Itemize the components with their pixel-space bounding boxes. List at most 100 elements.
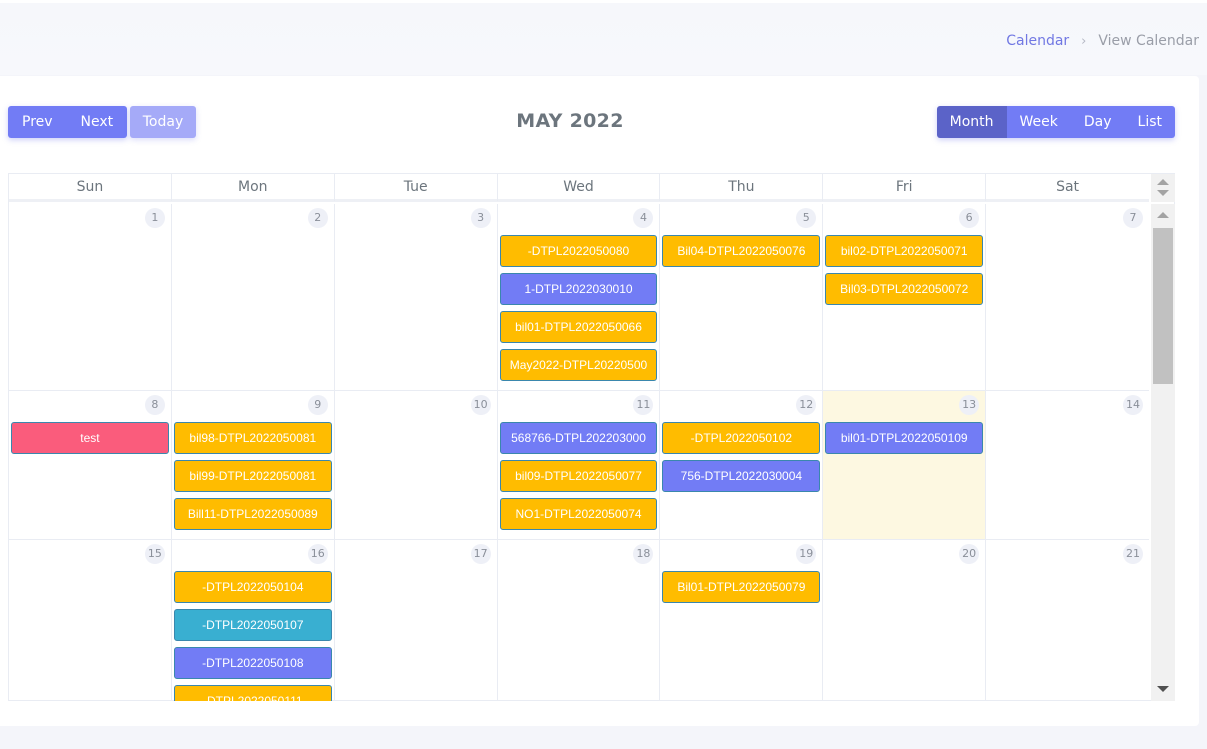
- day-number[interactable]: 8: [144, 395, 165, 415]
- day-number[interactable]: 19: [796, 544, 817, 564]
- calendar-event[interactable]: -DTPL2022050108: [173, 647, 332, 679]
- day-events: bil01-DTPL2022050109: [825, 422, 984, 460]
- calendar-event[interactable]: -DTPL2022050111: [173, 685, 332, 701]
- weekday-header: Sun Mon Tue Wed Thu Fri Sat: [9, 174, 1149, 202]
- weekday-wed: Wed: [498, 174, 661, 201]
- scroll-up-icon[interactable]: [1157, 179, 1169, 185]
- calendar-event[interactable]: 756-DTPL2022030004: [662, 460, 821, 492]
- chevron-right-icon: ›: [1081, 33, 1087, 49]
- day-cell[interactable]: 2: [172, 204, 335, 390]
- day-number[interactable]: 10: [470, 395, 491, 415]
- week-row: 8 test 9 bil98-DTPL2022050081 bil99-DTPL2022…: [9, 391, 1149, 540]
- day-cell[interactable]: 9 bil98-DTPL2022050081 bil99-DTPL202205008…: [172, 391, 335, 539]
- day-number[interactable]: 14: [1123, 395, 1144, 415]
- day-cell[interactable]: 11 568766-DTPL202203000 bil09-DTPL20220500…: [498, 391, 661, 539]
- day-number[interactable]: 1: [144, 208, 165, 228]
- calendar-event[interactable]: bil01-DTPL2022050109: [825, 422, 984, 454]
- weekday-sat: Sat: [1056, 179, 1080, 195]
- calendar-event[interactable]: bil02-DTPL2022050071: [825, 235, 984, 267]
- day-cell[interactable]: 13 bil01-DTPL2022050109: [823, 391, 987, 539]
- day-cell[interactable]: 17: [335, 540, 498, 701]
- day-cell[interactable]: 1: [9, 204, 172, 390]
- calendar-event[interactable]: May2022-DTPL20220500: [499, 349, 658, 381]
- view-day-button[interactable]: Day: [1070, 106, 1125, 138]
- view-week-button[interactable]: Week: [1006, 106, 1071, 138]
- day-number[interactable]: 7: [1123, 208, 1144, 228]
- day-number[interactable]: 2: [307, 208, 328, 228]
- scroll-up-arrow-icon[interactable]: [1157, 212, 1169, 218]
- day-cell[interactable]: 16 -DTPL2022050104 -DTPL2022050107 -DTPL202…: [172, 540, 335, 701]
- day-events: Bil01-DTPL2022050079: [662, 571, 821, 609]
- weekday-fri: Fri: [823, 174, 987, 201]
- day-number[interactable]: 16: [307, 544, 328, 564]
- breadcrumb: Calendar › View Calendar: [1006, 33, 1199, 49]
- calendar-event[interactable]: bil09-DTPL2022050077: [499, 460, 658, 492]
- day-number[interactable]: 9: [307, 395, 328, 415]
- day-cell[interactable]: 21: [986, 540, 1149, 701]
- page-header: Calendar › View Calendar: [0, 3, 1207, 75]
- calendar-event[interactable]: Bil01-DTPL2022050079: [662, 571, 821, 603]
- calendar-event[interactable]: -DTPL2022050104: [173, 571, 332, 603]
- calendar-card: Prev Next Today MAY 2022 Month Week Day …: [0, 76, 1199, 726]
- day-number[interactable]: 5: [796, 208, 817, 228]
- breadcrumb-current: View Calendar: [1098, 33, 1199, 49]
- calendar-event[interactable]: Bil04-DTPL2022050076: [662, 235, 821, 267]
- day-number[interactable]: 13: [959, 395, 980, 415]
- day-cell[interactable]: 5 Bil04-DTPL2022050076: [660, 204, 824, 390]
- day-cell[interactable]: 20: [823, 540, 987, 701]
- day-cell[interactable]: 4 -DTPL2022050080 1-DTPL2022030010 bil01-DT…: [498, 204, 661, 390]
- day-number[interactable]: 6: [959, 208, 980, 228]
- day-number[interactable]: 15: [144, 544, 165, 564]
- day-events: test: [11, 422, 169, 460]
- weekday-thu: Thu: [660, 174, 824, 201]
- scroll-down-arrow-icon[interactable]: [1157, 686, 1169, 692]
- calendar-event[interactable]: -DTPL2022050107: [173, 609, 332, 641]
- calendar-event[interactable]: Bil03-DTPL2022050072: [825, 273, 984, 305]
- week-row: 15 16 -DTPL2022050104 -DTPL2022050107 -DTPL2…: [9, 540, 1149, 701]
- calendar-event[interactable]: bil01-DTPL2022050066: [499, 311, 658, 343]
- day-number[interactable]: 18: [633, 544, 654, 564]
- calendar-scrollbar[interactable]: [1151, 204, 1175, 701]
- calendar-event[interactable]: bil98-DTPL2022050081: [173, 422, 332, 454]
- weekday-mon: Mon: [172, 174, 335, 201]
- calendar-event[interactable]: 568766-DTPL202203000: [499, 422, 658, 454]
- day-cell[interactable]: 8 test: [9, 391, 172, 539]
- day-number[interactable]: 11: [633, 395, 654, 415]
- day-events: 568766-DTPL202203000 bil09-DTPL2022050077…: [499, 422, 658, 536]
- day-events: -DTPL2022050102 756-DTPL2022030004: [662, 422, 821, 498]
- breadcrumb-calendar-link[interactable]: Calendar: [1006, 33, 1069, 49]
- view-button-group: Month Week Day List: [936, 106, 1175, 138]
- view-list-button[interactable]: List: [1124, 106, 1175, 138]
- day-cell[interactable]: 10: [335, 391, 498, 539]
- day-cell[interactable]: 15: [9, 540, 172, 701]
- scroll-down-icon[interactable]: [1157, 190, 1169, 196]
- day-cell[interactable]: 14: [986, 391, 1149, 539]
- day-number[interactable]: 21: [1123, 544, 1144, 564]
- day-cell[interactable]: 12 -DTPL2022050102 756-DTPL2022030004: [660, 391, 824, 539]
- calendar-event[interactable]: 1-DTPL2022030010: [499, 273, 658, 305]
- day-cell[interactable]: 18: [498, 540, 661, 701]
- day-number[interactable]: 17: [470, 544, 491, 564]
- day-events: Bil04-DTPL2022050076: [662, 235, 821, 273]
- calendar-event[interactable]: Bill11-DTPL2022050089: [173, 498, 332, 530]
- day-cell[interactable]: 7: [986, 204, 1149, 390]
- day-events: -DTPL2022050104 -DTPL2022050107 -DTPL20220…: [173, 571, 332, 701]
- day-number[interactable]: 3: [470, 208, 491, 228]
- weekday-tue: Tue: [335, 174, 498, 201]
- day-cell[interactable]: 3: [335, 204, 498, 390]
- calendar-event[interactable]: bil99-DTPL2022050081: [173, 460, 332, 492]
- day-cell[interactable]: 19 Bil01-DTPL2022050079: [660, 540, 824, 701]
- day-events: -DTPL2022050080 1-DTPL2022030010 bil01-DTP…: [499, 235, 658, 387]
- calendar-event[interactable]: -DTPL2022050080: [499, 235, 658, 267]
- calendar-event[interactable]: NO1-DTPL2022050074: [499, 498, 658, 530]
- scrollbar-thumb[interactable]: [1153, 228, 1173, 384]
- calendar-event[interactable]: test: [11, 422, 169, 454]
- view-month-button[interactable]: Month: [936, 106, 1007, 138]
- header-scroll-spinner[interactable]: [1151, 174, 1175, 202]
- week-row: 1 2 3 4 -DTPL2022050080 1-DTPL2022030010 bil01…: [9, 204, 1149, 391]
- day-cell[interactable]: 6 bil02-DTPL2022050071 Bil03-DTPL202205007…: [823, 204, 987, 390]
- day-number[interactable]: 20: [959, 544, 980, 564]
- day-number[interactable]: 12: [796, 395, 817, 415]
- calendar-event[interactable]: -DTPL2022050102: [662, 422, 821, 454]
- day-number[interactable]: 4: [633, 208, 654, 228]
